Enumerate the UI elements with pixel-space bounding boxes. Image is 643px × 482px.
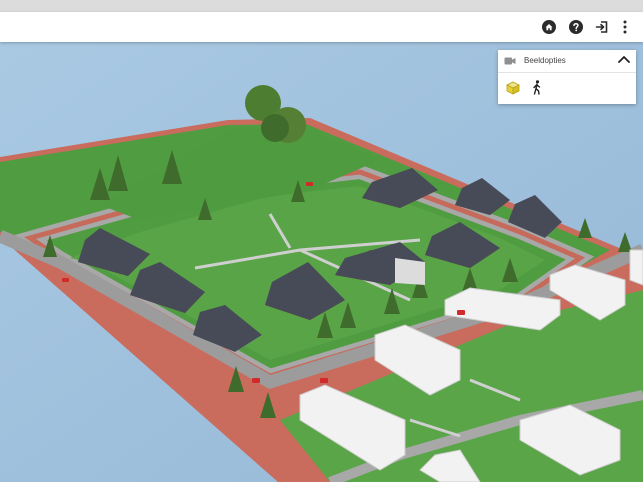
- logout-icon: [595, 21, 608, 33]
- home-button[interactable]: [541, 19, 557, 35]
- chevron-up-icon[interactable]: [618, 55, 630, 63]
- video-camera-icon: [504, 56, 516, 66]
- 3d-map-viewport[interactable]: [0, 42, 643, 482]
- help-button[interactable]: [568, 19, 584, 35]
- view-options-title: Beeldopties: [524, 56, 566, 65]
- system-status-bar: [0, 0, 643, 12]
- more-menu-button[interactable]: [617, 19, 633, 35]
- top-toolbar: [0, 12, 643, 42]
- view-options-panel: Beeldopties: [498, 50, 636, 104]
- logout-button[interactable]: [594, 19, 610, 35]
- more-vertical-icon: [623, 20, 627, 34]
- help-icon: [569, 20, 583, 34]
- home-icon: [542, 20, 556, 34]
- walking-person-icon[interactable]: [532, 80, 542, 95]
- view-options-header[interactable]: Beeldopties: [498, 50, 636, 73]
- cube-3d-view-icon[interactable]: [506, 81, 520, 95]
